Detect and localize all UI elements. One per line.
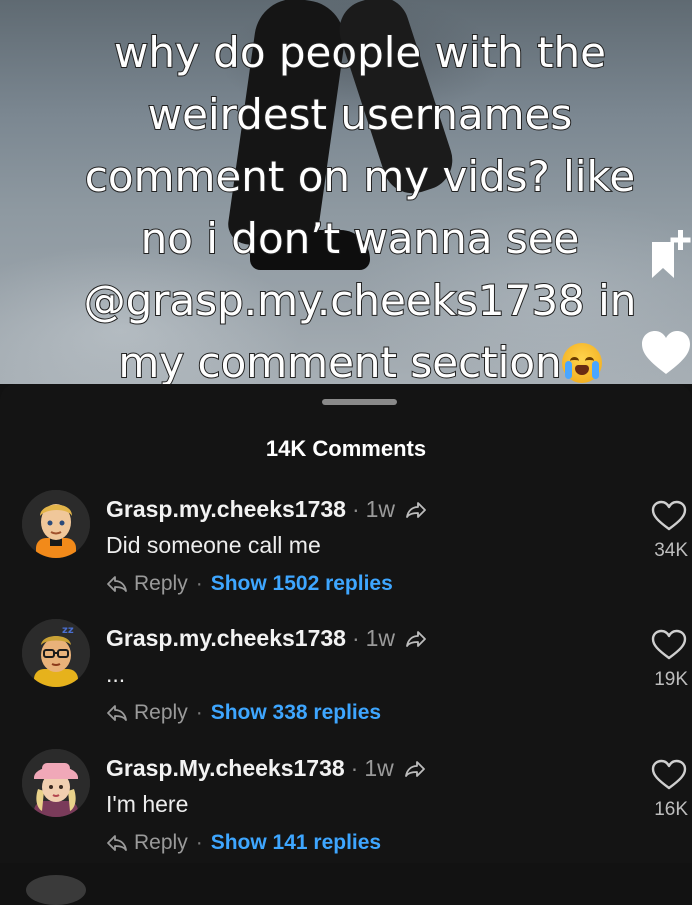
separator-dot: · xyxy=(351,496,360,522)
like-count: 34K xyxy=(654,540,688,561)
reply-button[interactable]: Reply xyxy=(134,572,188,596)
separator-dot: · xyxy=(195,831,203,854)
like-count: 16K xyxy=(654,799,688,820)
video-caption-text: why do people with the weirdest username… xyxy=(83,27,638,384)
share-arrow-icon[interactable] xyxy=(405,630,427,648)
reply-button[interactable]: Reply xyxy=(134,831,188,855)
reply-arrow-icon[interactable] xyxy=(106,834,128,852)
like-count: 19K xyxy=(654,669,688,690)
comment-timestamp: 1w xyxy=(364,755,394,781)
reply-arrow-icon[interactable] xyxy=(106,575,128,593)
comment-header: Grasp.my.cheeks1738 · 1w xyxy=(106,625,427,652)
comment-header: Grasp.My.cheeks1738 · 1w xyxy=(106,755,426,782)
comment-username[interactable]: Grasp.my.cheeks1738 xyxy=(106,496,346,523)
avatar[interactable] xyxy=(26,875,86,905)
comment-timestamp: 1w xyxy=(365,625,396,651)
show-replies-link[interactable]: Show 338 replies xyxy=(211,701,381,725)
show-replies-link[interactable]: Show 141 replies xyxy=(211,831,381,855)
comment-actions: Reply · Show 141 replies xyxy=(106,831,381,855)
comment-actions: Reply · Show 338 replies xyxy=(106,701,381,725)
share-arrow-icon[interactable] xyxy=(405,501,427,519)
comment-text: ... xyxy=(106,661,126,687)
comment-item: Grasp.my.cheeks1738 · 1w Did someone cal… xyxy=(0,490,692,610)
cartoon-bucket-hat-avatar-icon xyxy=(22,749,90,817)
reply-arrow-icon[interactable] xyxy=(106,704,128,722)
comment-item: Grasp.My.cheeks1738 · 1w I'm here Reply … xyxy=(0,749,692,869)
comments-count-title: 14K Comments xyxy=(265,436,427,461)
comment-actions: Reply · Show 1502 replies xyxy=(106,572,393,596)
avatar[interactable] xyxy=(22,490,90,558)
avatar[interactable]: zz xyxy=(22,619,90,687)
share-arrow-icon[interactable] xyxy=(404,760,426,778)
like-comment-heart-icon[interactable] xyxy=(651,759,687,791)
svg-text:zz: zz xyxy=(62,625,74,636)
comment-text: I'm here xyxy=(106,791,189,817)
sheet-drag-handle[interactable] xyxy=(322,399,397,405)
reply-button[interactable]: Reply xyxy=(134,701,188,725)
comment-header: Grasp.my.cheeks1738 · 1w xyxy=(106,496,427,523)
comment-username[interactable]: Grasp.my.cheeks1738 xyxy=(106,625,346,652)
video-caption: why do people with the weirdest username… xyxy=(60,22,660,384)
show-replies-link[interactable]: Show 1502 replies xyxy=(211,572,393,596)
crying-face-emoji-icon xyxy=(561,343,602,383)
comment-username[interactable]: Grasp.My.cheeks1738 xyxy=(106,755,345,782)
separator-dot: · xyxy=(195,572,203,595)
like-comment-heart-icon[interactable] xyxy=(651,629,687,661)
comments-sheet: 14K Comments Grasp.my.cheeks1738 · 1w Di… xyxy=(0,384,692,883)
cartoon-boy-avatar-icon xyxy=(22,490,90,558)
comment-item: zz Grasp.my.cheeks1738 · 1w ... Reply · … xyxy=(0,619,692,739)
avatar[interactable] xyxy=(22,749,90,817)
like-comment-heart-icon[interactable] xyxy=(651,500,687,532)
comment-timestamp: 1w xyxy=(365,496,396,522)
video-player[interactable]: why do people with the weirdest username… xyxy=(0,0,692,384)
separator-dot: · xyxy=(350,755,359,781)
cartoon-glasses-avatar-icon: zz xyxy=(22,619,90,687)
add-to-favorites-icon[interactable] xyxy=(646,228,692,282)
like-video-heart-icon[interactable] xyxy=(640,328,692,380)
separator-dot: · xyxy=(351,625,360,651)
separator-dot: · xyxy=(195,701,203,724)
next-comment-peek xyxy=(0,863,692,905)
comment-text: Did someone call me xyxy=(106,532,321,558)
